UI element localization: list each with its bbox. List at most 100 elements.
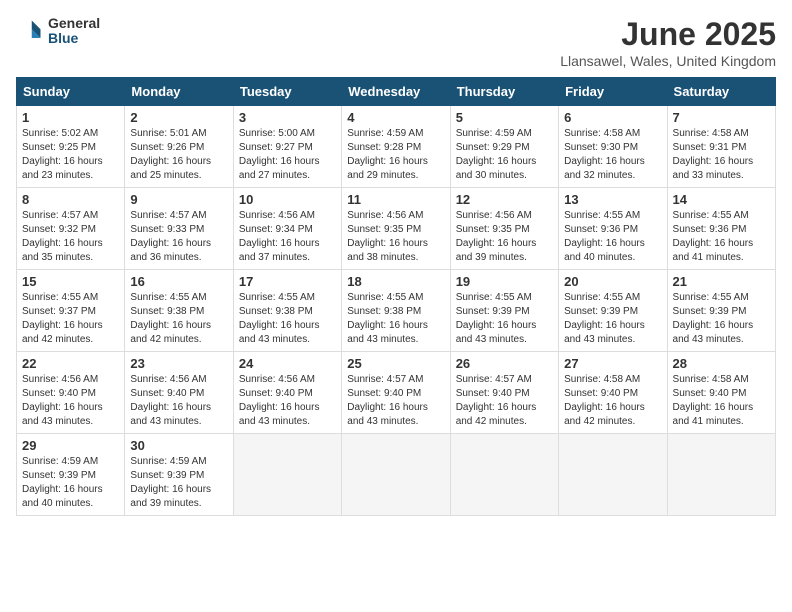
day-info: Sunrise: 4:56 AMSunset: 9:40 PMDaylight:… <box>22 373 119 429</box>
calendar-week-row: 15Sunrise: 4:55 AMSunset: 9:37 PMDayligh… <box>17 270 776 352</box>
day-number: 24 <box>239 356 336 371</box>
day-info: Sunrise: 4:56 AMSunset: 9:34 PMDaylight:… <box>239 209 336 265</box>
day-info: Sunrise: 4:55 AMSunset: 9:36 PMDaylight:… <box>673 209 770 265</box>
calendar-day-cell: 10 Sunrise: 4:56 AMSunset: 9:34 PMDayligh… <box>233 188 341 270</box>
day-number: 16 <box>130 274 227 289</box>
day-info: Sunrise: 5:01 AMSunset: 9:26 PMDaylight:… <box>130 127 227 183</box>
day-info: Sunrise: 4:55 AMSunset: 9:36 PMDaylight:… <box>564 209 661 265</box>
day-number: 30 <box>130 438 227 453</box>
calendar-day-cell: 5Sunrise: 4:59 AMSunset: 9:29 PMDaylight… <box>450 106 558 188</box>
calendar-day-cell: 1 Sunrise: 5:02 AMSunset: 9:25 PMDaylight… <box>17 106 125 188</box>
day-number: 26 <box>456 356 553 371</box>
calendar-day-cell: 15Sunrise: 4:55 AMSunset: 9:37 PMDayligh… <box>17 270 125 352</box>
col-sunday: Sunday <box>17 78 125 106</box>
day-info: Sunrise: 4:57 AMSunset: 9:33 PMDaylight:… <box>130 209 227 265</box>
day-number: 13 <box>564 192 661 207</box>
col-friday: Friday <box>559 78 667 106</box>
calendar-day-cell: 20Sunrise: 4:55 AMSunset: 9:39 PMDayligh… <box>559 270 667 352</box>
col-tuesday: Tuesday <box>233 78 341 106</box>
col-thursday: Thursday <box>450 78 558 106</box>
day-info: Sunrise: 4:59 AMSunset: 9:39 PMDaylight:… <box>130 455 227 511</box>
calendar-header-row: Sunday Monday Tuesday Wednesday Thursday… <box>17 78 776 106</box>
month-title: June 2025 <box>560 16 776 53</box>
calendar-day-cell: 8Sunrise: 4:57 AMSunset: 9:32 PMDaylight… <box>17 188 125 270</box>
calendar-day-cell: 13 Sunrise: 4:55 AMSunset: 9:36 PMDayligh… <box>559 188 667 270</box>
col-monday: Monday <box>125 78 233 106</box>
calendar-week-row: 29 Sunrise: 4:59 AMSunset: 9:39 PMDayligh… <box>17 434 776 516</box>
calendar-day-cell: 3 Sunrise: 5:00 AMSunset: 9:27 PMDaylight… <box>233 106 341 188</box>
location: Llansawel, Wales, United Kingdom <box>560 53 776 69</box>
day-info: Sunrise: 4:56 AMSunset: 9:35 PMDaylight:… <box>456 209 553 265</box>
calendar-day-cell <box>559 434 667 516</box>
day-number: 8 <box>22 192 119 207</box>
calendar-day-cell: 9 Sunrise: 4:57 AMSunset: 9:33 PMDaylight… <box>125 188 233 270</box>
day-number: 9 <box>130 192 227 207</box>
calendar: Sunday Monday Tuesday Wednesday Thursday… <box>16 77 776 516</box>
day-info: Sunrise: 4:55 AMSunset: 9:38 PMDaylight:… <box>130 291 227 347</box>
col-wednesday: Wednesday <box>342 78 450 106</box>
day-info: Sunrise: 4:59 AMSunset: 9:39 PMDaylight:… <box>22 455 119 511</box>
calendar-day-cell: 28 Sunrise: 4:58 AMSunset: 9:40 PMDayligh… <box>667 352 775 434</box>
day-number: 12 <box>456 192 553 207</box>
calendar-day-cell <box>342 434 450 516</box>
calendar-week-row: 8Sunrise: 4:57 AMSunset: 9:32 PMDaylight… <box>17 188 776 270</box>
day-info: Sunrise: 4:57 AMSunset: 9:40 PMDaylight:… <box>456 373 553 429</box>
day-number: 10 <box>239 192 336 207</box>
day-number: 7 <box>673 110 770 125</box>
day-number: 4 <box>347 110 444 125</box>
day-info: Sunrise: 4:58 AMSunset: 9:40 PMDaylight:… <box>673 373 770 429</box>
logo-text: General Blue <box>48 16 100 47</box>
day-info: Sunrise: 4:58 AMSunset: 9:30 PMDaylight:… <box>564 127 661 183</box>
day-info: Sunrise: 4:55 AMSunset: 9:39 PMDaylight:… <box>673 291 770 347</box>
day-number: 23 <box>130 356 227 371</box>
day-number: 21 <box>673 274 770 289</box>
day-number: 1 <box>22 110 119 125</box>
day-info: Sunrise: 4:55 AMSunset: 9:39 PMDaylight:… <box>456 291 553 347</box>
logo-icon <box>16 17 44 45</box>
day-number: 11 <box>347 192 444 207</box>
calendar-week-row: 1 Sunrise: 5:02 AMSunset: 9:25 PMDaylight… <box>17 106 776 188</box>
calendar-day-cell: 4Sunrise: 4:59 AMSunset: 9:28 PMDaylight… <box>342 106 450 188</box>
calendar-day-cell: 12 Sunrise: 4:56 AMSunset: 9:35 PMDayligh… <box>450 188 558 270</box>
calendar-day-cell <box>450 434 558 516</box>
calendar-day-cell: 24 Sunrise: 4:56 AMSunset: 9:40 PMDayligh… <box>233 352 341 434</box>
day-info: Sunrise: 5:02 AMSunset: 9:25 PMDaylight:… <box>22 127 119 183</box>
calendar-day-cell: 21 Sunrise: 4:55 AMSunset: 9:39 PMDayligh… <box>667 270 775 352</box>
calendar-day-cell: 25Sunrise: 4:57 AMSunset: 9:40 PMDayligh… <box>342 352 450 434</box>
day-info: Sunrise: 4:59 AMSunset: 9:29 PMDaylight:… <box>456 127 553 183</box>
calendar-day-cell: 19 Sunrise: 4:55 AMSunset: 9:39 PMDayligh… <box>450 270 558 352</box>
calendar-day-cell: 6 Sunrise: 4:58 AMSunset: 9:30 PMDaylight… <box>559 106 667 188</box>
day-info: Sunrise: 5:00 AMSunset: 9:27 PMDaylight:… <box>239 127 336 183</box>
calendar-day-cell: 17 Sunrise: 4:55 AMSunset: 9:38 PMDayligh… <box>233 270 341 352</box>
col-saturday: Saturday <box>667 78 775 106</box>
day-number: 20 <box>564 274 661 289</box>
day-info: Sunrise: 4:55 AMSunset: 9:38 PMDaylight:… <box>239 291 336 347</box>
day-info: Sunrise: 4:56 AMSunset: 9:40 PMDaylight:… <box>239 373 336 429</box>
day-number: 6 <box>564 110 661 125</box>
day-number: 17 <box>239 274 336 289</box>
logo-general: General <box>48 16 100 31</box>
day-number: 18 <box>347 274 444 289</box>
calendar-day-cell: 14 Sunrise: 4:55 AMSunset: 9:36 PMDayligh… <box>667 188 775 270</box>
calendar-day-cell: 2Sunrise: 5:01 AMSunset: 9:26 PMDaylight… <box>125 106 233 188</box>
calendar-day-cell: 23Sunrise: 4:56 AMSunset: 9:40 PMDayligh… <box>125 352 233 434</box>
day-info: Sunrise: 4:55 AMSunset: 9:37 PMDaylight:… <box>22 291 119 347</box>
calendar-day-cell: 29 Sunrise: 4:59 AMSunset: 9:39 PMDayligh… <box>17 434 125 516</box>
calendar-day-cell: 18Sunrise: 4:55 AMSunset: 9:38 PMDayligh… <box>342 270 450 352</box>
day-number: 28 <box>673 356 770 371</box>
day-number: 14 <box>673 192 770 207</box>
calendar-day-cell: 7Sunrise: 4:58 AMSunset: 9:31 PMDaylight… <box>667 106 775 188</box>
title-area: June 2025 Llansawel, Wales, United Kingd… <box>560 16 776 69</box>
calendar-day-cell: 26 Sunrise: 4:57 AMSunset: 9:40 PMDayligh… <box>450 352 558 434</box>
calendar-day-cell: 11Sunrise: 4:56 AMSunset: 9:35 PMDayligh… <box>342 188 450 270</box>
day-number: 29 <box>22 438 119 453</box>
calendar-day-cell: 16 Sunrise: 4:55 AMSunset: 9:38 PMDayligh… <box>125 270 233 352</box>
calendar-day-cell <box>667 434 775 516</box>
day-number: 19 <box>456 274 553 289</box>
day-number: 3 <box>239 110 336 125</box>
day-info: Sunrise: 4:58 AMSunset: 9:40 PMDaylight:… <box>564 373 661 429</box>
day-number: 27 <box>564 356 661 371</box>
calendar-week-row: 22Sunrise: 4:56 AMSunset: 9:40 PMDayligh… <box>17 352 776 434</box>
calendar-day-cell: 27 Sunrise: 4:58 AMSunset: 9:40 PMDayligh… <box>559 352 667 434</box>
header: General Blue June 2025 Llansawel, Wales,… <box>16 16 776 69</box>
